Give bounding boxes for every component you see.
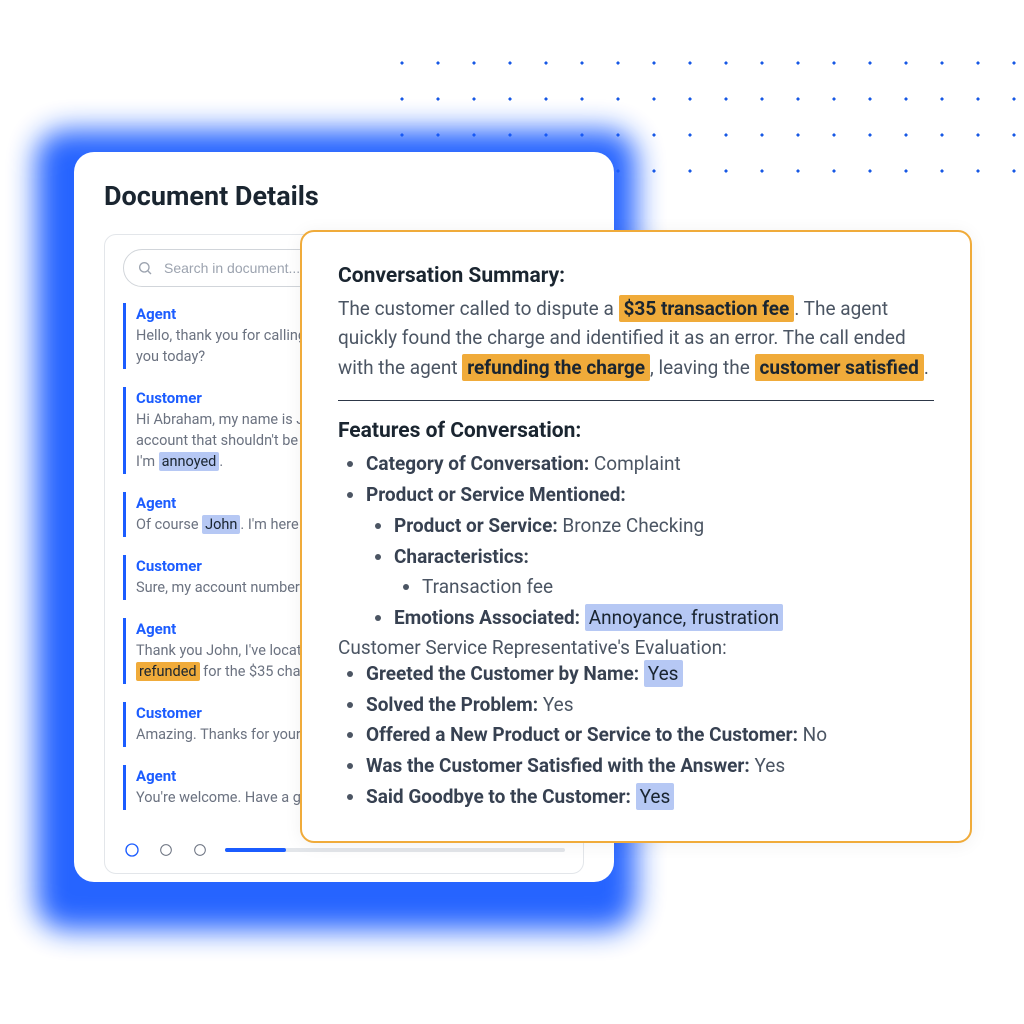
- product-mentioned-label: Product or Service Mentioned:: [366, 483, 626, 506]
- feature-characteristics: Characteristics: Transaction fee: [394, 542, 934, 604]
- characteristic-text: Transaction fee: [422, 575, 553, 598]
- text-segment: you today?: [136, 348, 205, 365]
- emotions-value: Annoyance, frustration: [585, 604, 783, 631]
- emotions-label: Emotions Associated:: [394, 606, 580, 629]
- features-heading: Features of Conversation:: [338, 419, 934, 443]
- goodbye-label: Said Goodbye to the Customer:: [366, 785, 631, 808]
- eval-greeted: Greeted the Customer by Name: Yes: [366, 659, 934, 690]
- feature-product-name: Product or Service: Bronze Checking: [394, 511, 934, 542]
- feature-emotions: Emotions Associated: Annoyance, frustrat…: [394, 603, 934, 634]
- text-segment: Of course: [136, 516, 202, 533]
- text-segment: I'm: [136, 453, 159, 470]
- highlight-orange: customer satisfied: [755, 354, 924, 381]
- category-value: Complaint: [594, 452, 681, 475]
- offered-label: Offered a New Product or Service to the …: [366, 723, 798, 746]
- feature-category: Category of Conversation: Complaint: [366, 449, 934, 480]
- product-sub-value: Bronze Checking: [562, 514, 704, 537]
- highlight-blue: annoyed: [159, 452, 220, 471]
- satisfied-label: Was the Customer Satisfied with the Answ…: [366, 754, 750, 777]
- eval-solved: Solved the Problem: Yes: [366, 690, 934, 721]
- evaluation-heading: Customer Service Representative's Evalua…: [338, 636, 934, 659]
- document-details-title: Document Details: [104, 180, 584, 212]
- characteristics-label: Characteristics:: [394, 545, 529, 568]
- offered-value: No: [803, 723, 827, 746]
- highlight-orange: refunded: [136, 662, 200, 681]
- highlight-orange: refunding the charge: [462, 354, 650, 381]
- highlight-blue: John: [202, 515, 240, 534]
- eval-goodbye: Said Goodbye to the Customer: Yes: [366, 782, 934, 813]
- play-pause-button[interactable]: [123, 841, 141, 859]
- eval-satisfied: Was the Customer Satisfied with the Answ…: [366, 751, 934, 782]
- text-segment: , leaving the: [650, 356, 755, 379]
- characteristic-value: Transaction fee: [422, 572, 934, 603]
- eval-offered: Offered a New Product or Service to the …: [366, 720, 934, 751]
- search-icon: [137, 260, 153, 276]
- audio-progress-track[interactable]: [225, 848, 565, 852]
- conversation-summary-card: Conversation Summary: The customer calle…: [300, 230, 972, 843]
- summary-heading: Conversation Summary:: [338, 264, 934, 288]
- audio-progress-fill: [225, 848, 286, 852]
- solved-label: Solved the Problem:: [366, 693, 538, 716]
- text-segment: .: [219, 453, 223, 470]
- feature-product-mentioned: Product or Service Mentioned: Product or…: [366, 480, 934, 634]
- product-sub-label: Product or Service:: [394, 514, 558, 537]
- goodbye-value: Yes: [636, 783, 675, 810]
- solved-value: Yes: [543, 693, 574, 716]
- category-label: Category of Conversation:: [366, 452, 589, 475]
- rewind-15-button[interactable]: [157, 841, 175, 859]
- forward-15-button[interactable]: [191, 841, 209, 859]
- greeted-label: Greeted the Customer by Name:: [366, 662, 639, 685]
- summary-divider: [338, 400, 934, 401]
- text-segment: .: [924, 356, 929, 379]
- satisfied-value: Yes: [754, 754, 785, 777]
- greeted-value: Yes: [644, 660, 683, 687]
- summary-text: The customer called to dispute a $35 tra…: [338, 294, 934, 382]
- text-segment: The customer called to dispute a: [338, 297, 619, 320]
- conversation-features: Features of Conversation: Category of Co…: [338, 419, 934, 812]
- highlight-orange: $35 transaction fee: [619, 295, 795, 322]
